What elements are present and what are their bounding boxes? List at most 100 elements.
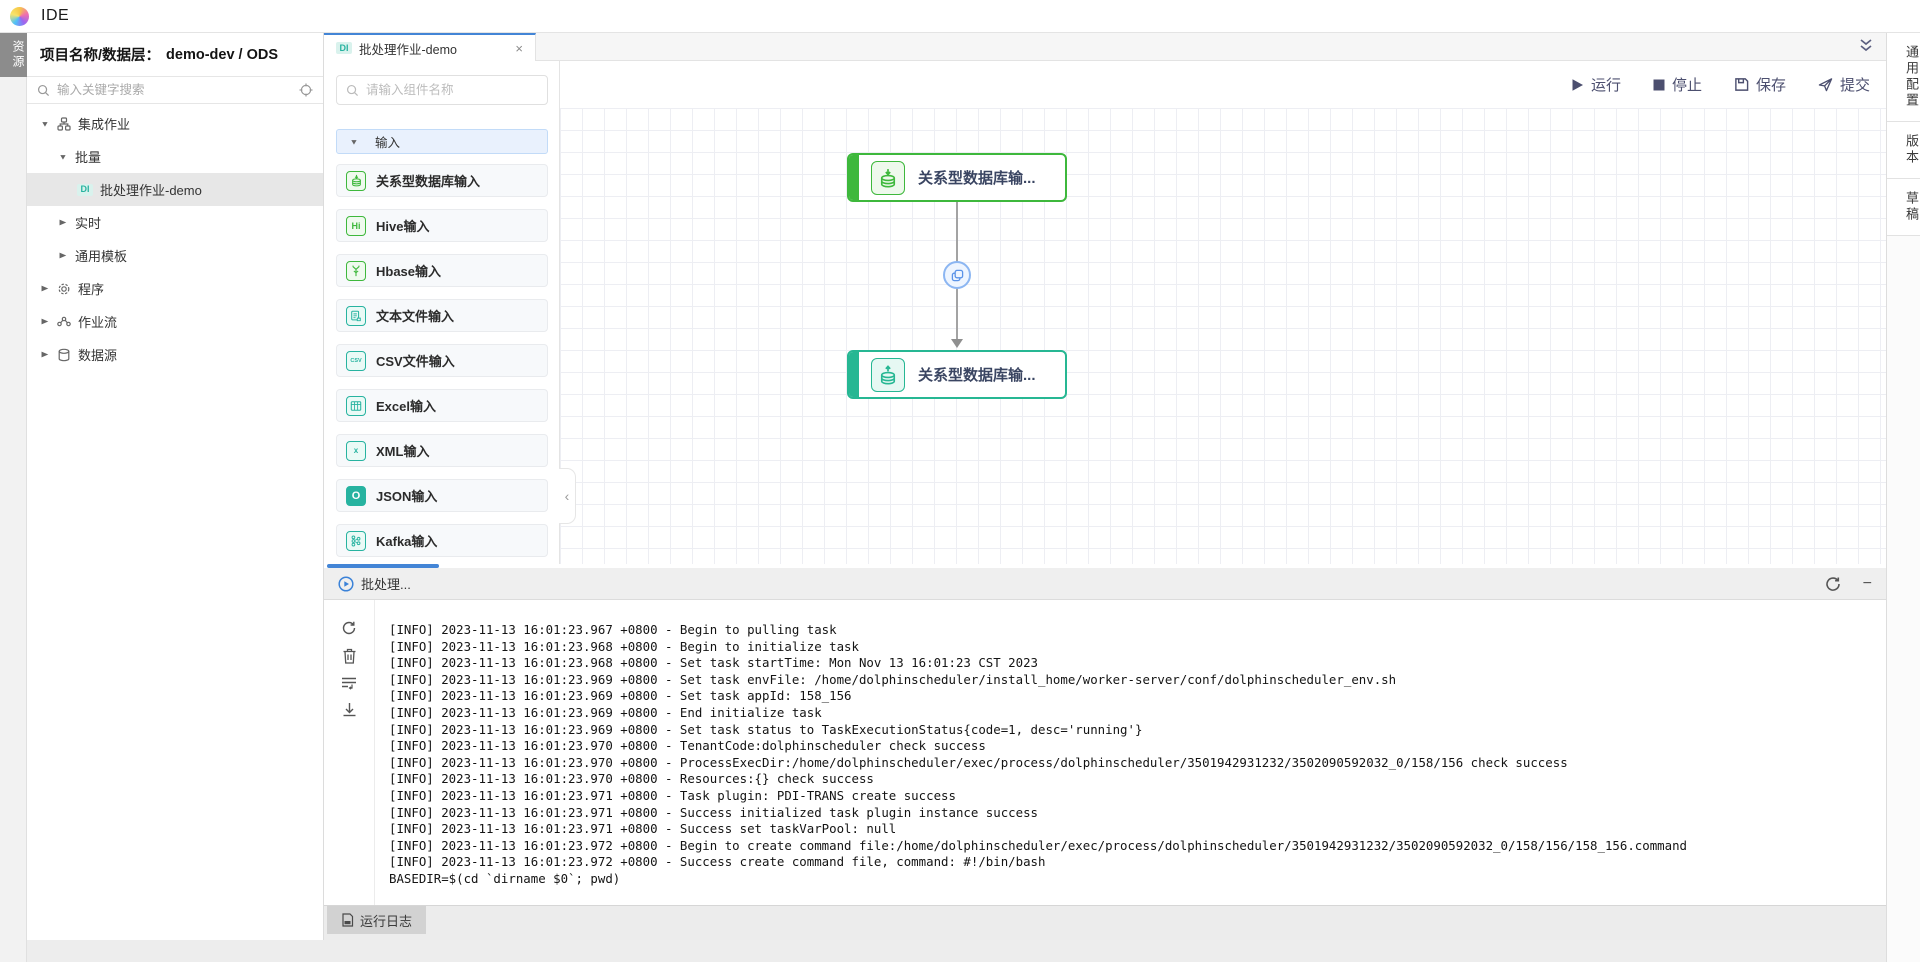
tree-item-datasource[interactable]: ▶ 数据源 <box>27 338 323 371</box>
log-panel-body: [INFO] 2023-11-13 16:01:23.967 +0800 - B… <box>324 600 1886 905</box>
canvas-grid[interactable] <box>560 108 1886 564</box>
di-badge: DI <box>77 184 93 196</box>
stop-button[interactable]: 停止 <box>1653 74 1702 95</box>
log-panel-tab-batch[interactable]: 批处理... <box>338 574 411 593</box>
palette-item-csv-file-input[interactable]: CSV CSV文件输入 <box>336 344 548 377</box>
caret-right-icon[interactable]: ▶ <box>40 317 50 326</box>
left-rail: 资源 <box>0 33 27 962</box>
double-chevron-down-icon[interactable] <box>1858 37 1874 55</box>
excel-input-icon <box>346 396 366 416</box>
caret-down-icon[interactable]: ▼ <box>40 119 50 128</box>
palette-item-relational-db-input[interactable]: 关系型数据库输入 <box>336 164 548 197</box>
tree-item-workflow[interactable]: ▶ 作业流 <box>27 305 323 338</box>
minimize-icon[interactable]: − <box>1863 576 1872 592</box>
tree-item-batch-job-demo[interactable]: DI 批处理作业-demo <box>27 173 323 206</box>
node-relational-db-input[interactable]: 关系型数据库输... <box>847 153 1067 202</box>
palette-item-label: JSON输入 <box>376 486 437 505</box>
caret-down-icon[interactable]: ▼ <box>349 137 359 146</box>
run-log-tab[interactable]: 运行日志 <box>327 906 426 934</box>
project-header: 项目名称/数据层： demo-dev / ODS <box>27 33 323 77</box>
flow-canvas[interactable]: 运行 停止 保存 提交 关系型 <box>560 61 1886 564</box>
palette-section-label: 输入 <box>375 132 400 151</box>
sidebar-search <box>27 77 323 104</box>
submit-button[interactable]: 提交 <box>1818 74 1870 95</box>
palette-item-xml-input[interactable]: x XML输入 <box>336 434 548 467</box>
palette-item-json-input[interactable]: O JSON输入 <box>336 479 548 512</box>
log-panel-header: 批处理... − <box>324 568 1886 600</box>
palette-item-excel-input[interactable]: Excel输入 <box>336 389 548 422</box>
hive-input-icon: Hi <box>346 216 366 236</box>
right-tab-general-config[interactable]: 通用配置 <box>1887 33 1920 122</box>
stop-icon <box>1653 79 1665 91</box>
locate-icon[interactable] <box>299 83 313 97</box>
palette-search-input[interactable] <box>366 83 538 97</box>
log-output: [INFO] 2023-11-13 16:01:23.967 +0800 - B… <box>389 622 1886 888</box>
save-button[interactable]: 保存 <box>1734 74 1786 95</box>
run-button[interactable]: 运行 <box>1571 74 1621 95</box>
download-icon[interactable] <box>342 702 357 718</box>
sidebar-search-input[interactable] <box>57 83 292 97</box>
project-header-value: demo-dev / ODS <box>166 47 278 63</box>
palette-item-label: Hbase输入 <box>376 261 441 280</box>
right-rail: 通用配置 版本 草稿 <box>1886 33 1920 962</box>
palette-section-input[interactable]: ▼ 输入 <box>336 129 548 154</box>
refresh-circle-icon[interactable] <box>1825 576 1841 592</box>
relational-db-input-icon <box>346 171 366 191</box>
hbase-input-icon <box>346 261 366 281</box>
stop-button-label: 停止 <box>1672 74 1702 95</box>
editor-tab-label: 批处理作业-demo <box>359 39 457 58</box>
tree-item-realtime[interactable]: ▶ 实时 <box>27 206 323 239</box>
right-tab-version[interactable]: 版本 <box>1887 122 1920 179</box>
trash-icon[interactable] <box>342 648 357 664</box>
component-palette: ▼ 输入 关系型数据库输入 Hi Hive输入 Hbase输入 文本文件输入 C… <box>324 61 560 564</box>
wrap-lines-icon[interactable] <box>341 676 357 690</box>
search-icon <box>37 84 50 97</box>
caret-right-icon[interactable]: ▶ <box>40 284 50 293</box>
tree-item-program[interactable]: ▶ 程序 <box>27 272 323 305</box>
project-header-label: 项目名称/数据层： <box>40 44 160 65</box>
caret-down-icon[interactable]: ▼ <box>58 152 68 161</box>
text-file-input-icon <box>346 306 366 326</box>
tree-item-label: 通用模板 <box>75 246 127 265</box>
app-logo-icon <box>10 7 29 26</box>
xml-input-icon: x <box>346 441 366 461</box>
palette-item-text-file-input[interactable]: 文本文件输入 <box>336 299 548 332</box>
relational-db-output-icon <box>871 358 905 392</box>
palette-search <box>336 75 548 105</box>
save-button-label: 保存 <box>1756 74 1786 95</box>
palette-collapse-handle[interactable]: ‹ <box>559 468 576 524</box>
tree-item-general-template[interactable]: ▶ 通用模板 <box>27 239 323 272</box>
node-relational-db-output[interactable]: 关系型数据库输... <box>847 350 1067 399</box>
edge-arrowhead-icon <box>951 339 963 348</box>
node-accent-bar <box>849 155 859 200</box>
editor-tab-batch-job-demo[interactable]: DI 批处理作业-demo × <box>324 33 536 61</box>
tree-item-label: 批量 <box>75 147 101 166</box>
node-label: 关系型数据库输... <box>918 364 1036 385</box>
run-log-tab-label: 运行日志 <box>360 911 412 930</box>
palette-item-hbase-input[interactable]: Hbase输入 <box>336 254 548 287</box>
log-toolbar <box>324 600 375 905</box>
tree-item-label: 实时 <box>75 213 101 232</box>
tree-item-label: 程序 <box>78 279 104 298</box>
project-tree: ▼ 集成作业 ▼ 批量 DI 批处理作业-demo ▶ 实时 ▶ 通用模板 ▶ <box>27 104 323 371</box>
edge-copy-badge[interactable] <box>943 261 971 289</box>
close-icon[interactable]: × <box>515 41 523 56</box>
submit-button-label: 提交 <box>1840 74 1870 95</box>
palette-item-kafka-input[interactable]: Kafka输入 <box>336 524 548 557</box>
log-bottom-tabbar: 运行日志 <box>324 905 1886 940</box>
palette-item-hive-input[interactable]: Hi Hive输入 <box>336 209 548 242</box>
tree-item-integration-jobs[interactable]: ▼ 集成作业 <box>27 107 323 140</box>
caret-right-icon[interactable]: ▶ <box>58 251 68 260</box>
caret-right-icon[interactable]: ▶ <box>40 350 50 359</box>
node-accent-bar <box>849 352 859 397</box>
refresh-icon[interactable] <box>341 620 357 636</box>
node-label: 关系型数据库输... <box>918 167 1036 188</box>
save-icon <box>1734 77 1749 92</box>
caret-right-icon[interactable]: ▶ <box>58 218 68 227</box>
resource-rail-tab[interactable]: 资源 <box>0 33 27 77</box>
log-panel-tab-label: 批处理... <box>361 574 411 593</box>
log-area[interactable]: [INFO] 2023-11-13 16:01:23.967 +0800 - B… <box>375 600 1886 905</box>
palette-item-label: Excel输入 <box>376 396 436 415</box>
tree-item-batch[interactable]: ▼ 批量 <box>27 140 323 173</box>
right-tab-draft[interactable]: 草稿 <box>1887 179 1920 236</box>
